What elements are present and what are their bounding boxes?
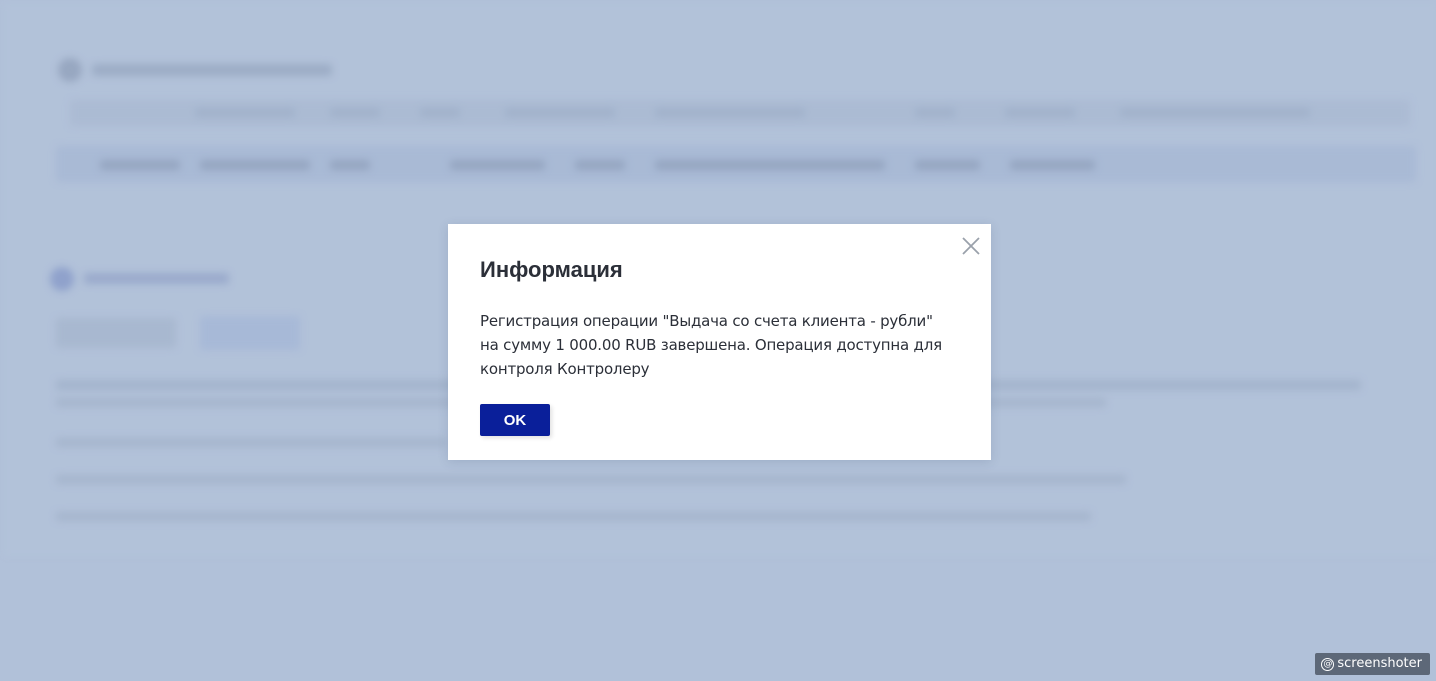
dialog-title: Информация [480,257,623,282]
ok-button[interactable]: OK [480,404,550,436]
screenshoter-watermark: @ screenshoter [1315,653,1430,675]
dialog-message: Регистрация операции "Выдача со счета кл… [480,312,942,378]
watermark-text: screenshoter [1337,656,1422,671]
info-dialog: Информация Регистрация операции "Выдача … [448,224,991,460]
close-icon[interactable] [961,236,981,256]
at-sign-icon: @ [1321,657,1335,671]
